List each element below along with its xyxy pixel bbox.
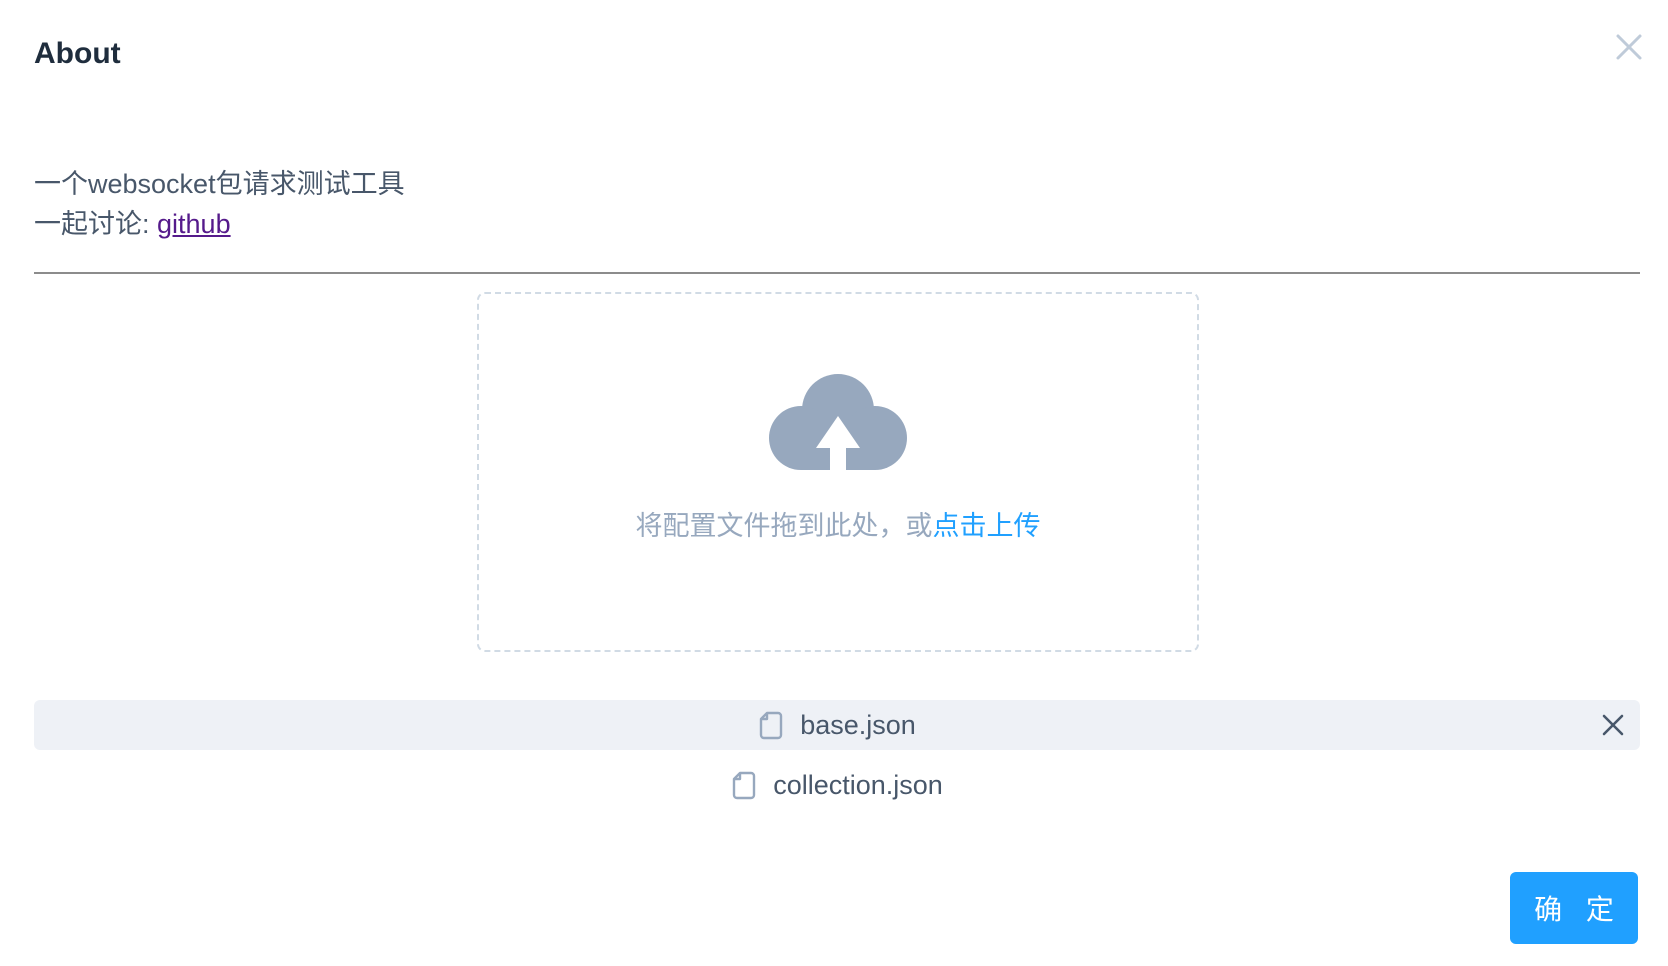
github-link[interactable]: github [157, 209, 231, 239]
close-icon [1616, 34, 1642, 60]
confirm-button[interactable]: 确 定 [1510, 872, 1638, 944]
document-icon [733, 771, 756, 800]
file-list-item-content: base.json [34, 700, 1640, 750]
upload-dropzone[interactable]: 将配置文件拖到此处，或点击上传 [477, 292, 1199, 652]
divider [34, 272, 1640, 274]
close-button[interactable] [1608, 28, 1648, 68]
about-line-1: 一个websocket包请求测试工具 [34, 169, 405, 199]
file-list-item[interactable]: collection.json [34, 760, 1640, 810]
about-line-2: 一起讨论: github [34, 204, 405, 244]
discuss-label: 一起讨论: [34, 209, 158, 239]
dialog-title: About [34, 37, 121, 70]
about-description: 一个websocket包请求测试工具 一起讨论: github [34, 164, 405, 244]
remove-file-icon[interactable] [1600, 712, 1626, 738]
upload-hint-text: 将配置文件拖到此处，或 [635, 511, 933, 541]
cloud-upload-icon [769, 374, 907, 476]
file-name: collection.json [773, 770, 943, 800]
upload-hint: 将配置文件拖到此处，或点击上传 [479, 506, 1197, 546]
file-list-item-content: collection.json [34, 760, 1640, 810]
click-upload-link[interactable]: 点击上传 [933, 511, 1041, 541]
file-name: base.json [800, 710, 916, 740]
about-dialog: About 一个websocket包请求测试工具 一起讨论: github 将配… [0, 0, 1668, 966]
file-list-item[interactable]: base.json [34, 700, 1640, 750]
document-icon [760, 711, 783, 740]
